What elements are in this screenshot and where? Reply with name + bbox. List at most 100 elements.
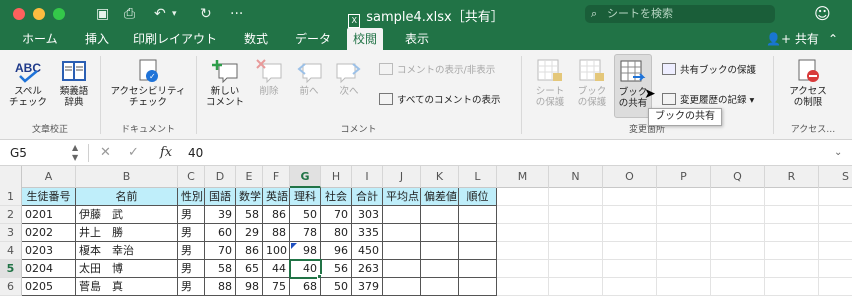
row-header-4[interactable]: 4: [0, 242, 22, 260]
cell-a5[interactable]: 0204: [22, 260, 76, 278]
cell-h3[interactable]: 80: [321, 224, 352, 242]
cell-j2[interactable]: [383, 206, 421, 224]
column-header-k[interactable]: K: [421, 166, 459, 188]
cell-e1[interactable]: 数学: [236, 188, 263, 206]
cell-m1[interactable]: [497, 188, 549, 206]
cell-i4[interactable]: 450: [352, 242, 383, 260]
cell-l5[interactable]: [459, 260, 497, 278]
row-header-6[interactable]: 6: [0, 278, 22, 296]
column-header-q[interactable]: Q: [711, 166, 765, 188]
cell-d5[interactable]: 58: [205, 260, 236, 278]
row-header-1[interactable]: 1: [0, 188, 22, 206]
cell-q2[interactable]: [711, 206, 765, 224]
cell-b1[interactable]: 名前: [76, 188, 178, 206]
column-header-c[interactable]: C: [178, 166, 205, 188]
tab-data[interactable]: データ: [295, 28, 331, 50]
cell-r2[interactable]: [765, 206, 819, 224]
feedback-smiley-icon[interactable]: ☺: [814, 4, 831, 23]
cell-f4[interactable]: 100: [263, 242, 290, 260]
cell-m5[interactable]: [497, 260, 549, 278]
cell-p3[interactable]: [657, 224, 711, 242]
cell-s3[interactable]: [819, 224, 852, 242]
row-header-5[interactable]: 5: [0, 260, 22, 278]
cell-o2[interactable]: [603, 206, 657, 224]
spelling-button[interactable]: ABC スペル チェック: [6, 58, 50, 108]
column-header-o[interactable]: O: [603, 166, 657, 188]
track-changes-button[interactable]: 変更履歴の記録 ▾: [662, 93, 754, 108]
cell-d2[interactable]: 39: [205, 206, 236, 224]
cell-r1[interactable]: [765, 188, 819, 206]
protect-workbook-button[interactable]: ブック の保護: [572, 58, 612, 108]
cell-o4[interactable]: [603, 242, 657, 260]
cell-a2[interactable]: 0201: [22, 206, 76, 224]
cell-b4[interactable]: 榎本 幸治: [76, 242, 178, 260]
cell-q4[interactable]: [711, 242, 765, 260]
cell-b3[interactable]: 井上 勝: [76, 224, 178, 242]
cell-j5[interactable]: [383, 260, 421, 278]
cell-l2[interactable]: [459, 206, 497, 224]
cell-f3[interactable]: 88: [263, 224, 290, 242]
confirm-formula-icon[interactable]: ✓: [128, 144, 139, 162]
cell-b2[interactable]: 伊藤 武: [76, 206, 178, 224]
cell-c1[interactable]: 性別: [178, 188, 205, 206]
cell-l1[interactable]: 順位: [459, 188, 497, 206]
cell-f5[interactable]: 44: [263, 260, 290, 278]
cell-s6[interactable]: [819, 278, 852, 296]
cell-g6[interactable]: 68: [290, 278, 321, 296]
row-header-2[interactable]: 2: [0, 206, 22, 224]
cell-r4[interactable]: [765, 242, 819, 260]
search-sheet-input[interactable]: ⌕ シートを検索: [585, 5, 775, 23]
cell-b5[interactable]: 太田 博: [76, 260, 178, 278]
cell-c5[interactable]: 男: [178, 260, 205, 278]
cell-n4[interactable]: [549, 242, 603, 260]
cell-i6[interactable]: 379: [352, 278, 383, 296]
cell-s4[interactable]: [819, 242, 852, 260]
column-header-j[interactable]: J: [383, 166, 421, 188]
cell-c4[interactable]: 男: [178, 242, 205, 260]
column-header-l[interactable]: L: [459, 166, 497, 188]
collapse-ribbon-icon[interactable]: ⌃: [828, 28, 838, 50]
cell-n6[interactable]: [549, 278, 603, 296]
cell-m6[interactable]: [497, 278, 549, 296]
column-header-m[interactable]: M: [497, 166, 549, 188]
column-header-e[interactable]: E: [236, 166, 263, 188]
column-header-h[interactable]: H: [321, 166, 352, 188]
cell-i2[interactable]: 303: [352, 206, 383, 224]
cell-o5[interactable]: [603, 260, 657, 278]
tab-insert[interactable]: 挿入: [85, 28, 109, 50]
cell-p1[interactable]: [657, 188, 711, 206]
cell-n2[interactable]: [549, 206, 603, 224]
cell-l3[interactable]: [459, 224, 497, 242]
cancel-formula-icon[interactable]: ✕: [100, 144, 111, 162]
column-header-b[interactable]: B: [76, 166, 178, 188]
cell-a6[interactable]: 0205: [22, 278, 76, 296]
name-box-stepper-icon[interactable]: ▲ ▼: [72, 143, 78, 163]
column-header-f[interactable]: F: [263, 166, 290, 188]
cell-r6[interactable]: [765, 278, 819, 296]
cell-m2[interactable]: [497, 206, 549, 224]
cell-d3[interactable]: 60: [205, 224, 236, 242]
cell-d6[interactable]: 88: [205, 278, 236, 296]
cell-p2[interactable]: [657, 206, 711, 224]
column-header-i[interactable]: I: [352, 166, 383, 188]
cell-h5[interactable]: 56: [321, 260, 352, 278]
tab-review[interactable]: 校閲: [347, 28, 384, 50]
cell-d1[interactable]: 国語: [205, 188, 236, 206]
cell-o1[interactable]: [603, 188, 657, 206]
cell-q1[interactable]: [711, 188, 765, 206]
show-all-comments-button[interactable]: すべてのコメントの表示: [379, 93, 500, 108]
cell-s1[interactable]: [819, 188, 852, 206]
cell-d4[interactable]: 70: [205, 242, 236, 260]
worksheet-grid[interactable]: ABCDEFGHIJKLMNOPQRS 1 生徒番号 名前 性別 国語 数学 英語 理科 社会合…: [0, 166, 852, 300]
cell-j1[interactable]: 平均点: [383, 188, 421, 206]
cell-k4[interactable]: [421, 242, 459, 260]
cell-k6[interactable]: [421, 278, 459, 296]
cell-k5[interactable]: [421, 260, 459, 278]
protect-shared-workbook-button[interactable]: 共有ブックの保護: [662, 63, 756, 78]
cell-e3[interactable]: 29: [236, 224, 263, 242]
cell-h4[interactable]: 96: [321, 242, 352, 260]
cell-m3[interactable]: [497, 224, 549, 242]
cell-r3[interactable]: [765, 224, 819, 242]
cell-q5[interactable]: [711, 260, 765, 278]
cell-k2[interactable]: [421, 206, 459, 224]
